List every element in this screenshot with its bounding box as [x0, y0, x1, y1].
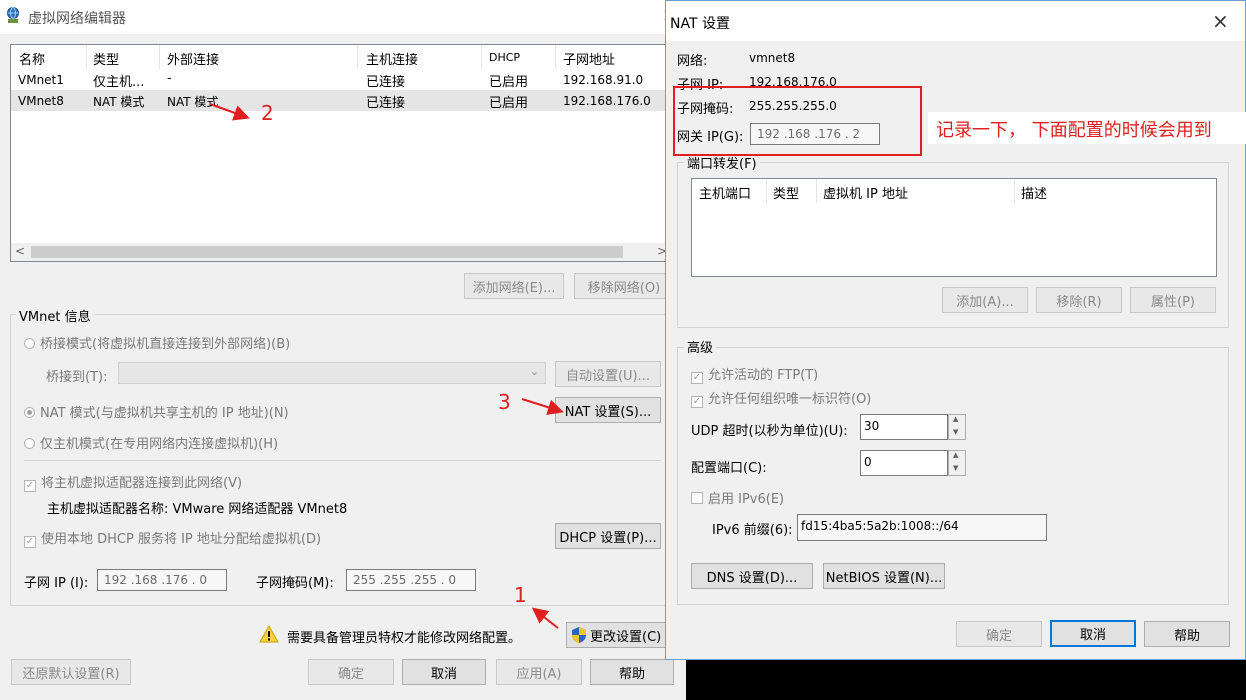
arrow-1	[531, 607, 559, 629]
arrow-2	[209, 103, 250, 121]
arrow-3	[521, 398, 564, 416]
annotation-arrows	[209, 103, 564, 629]
